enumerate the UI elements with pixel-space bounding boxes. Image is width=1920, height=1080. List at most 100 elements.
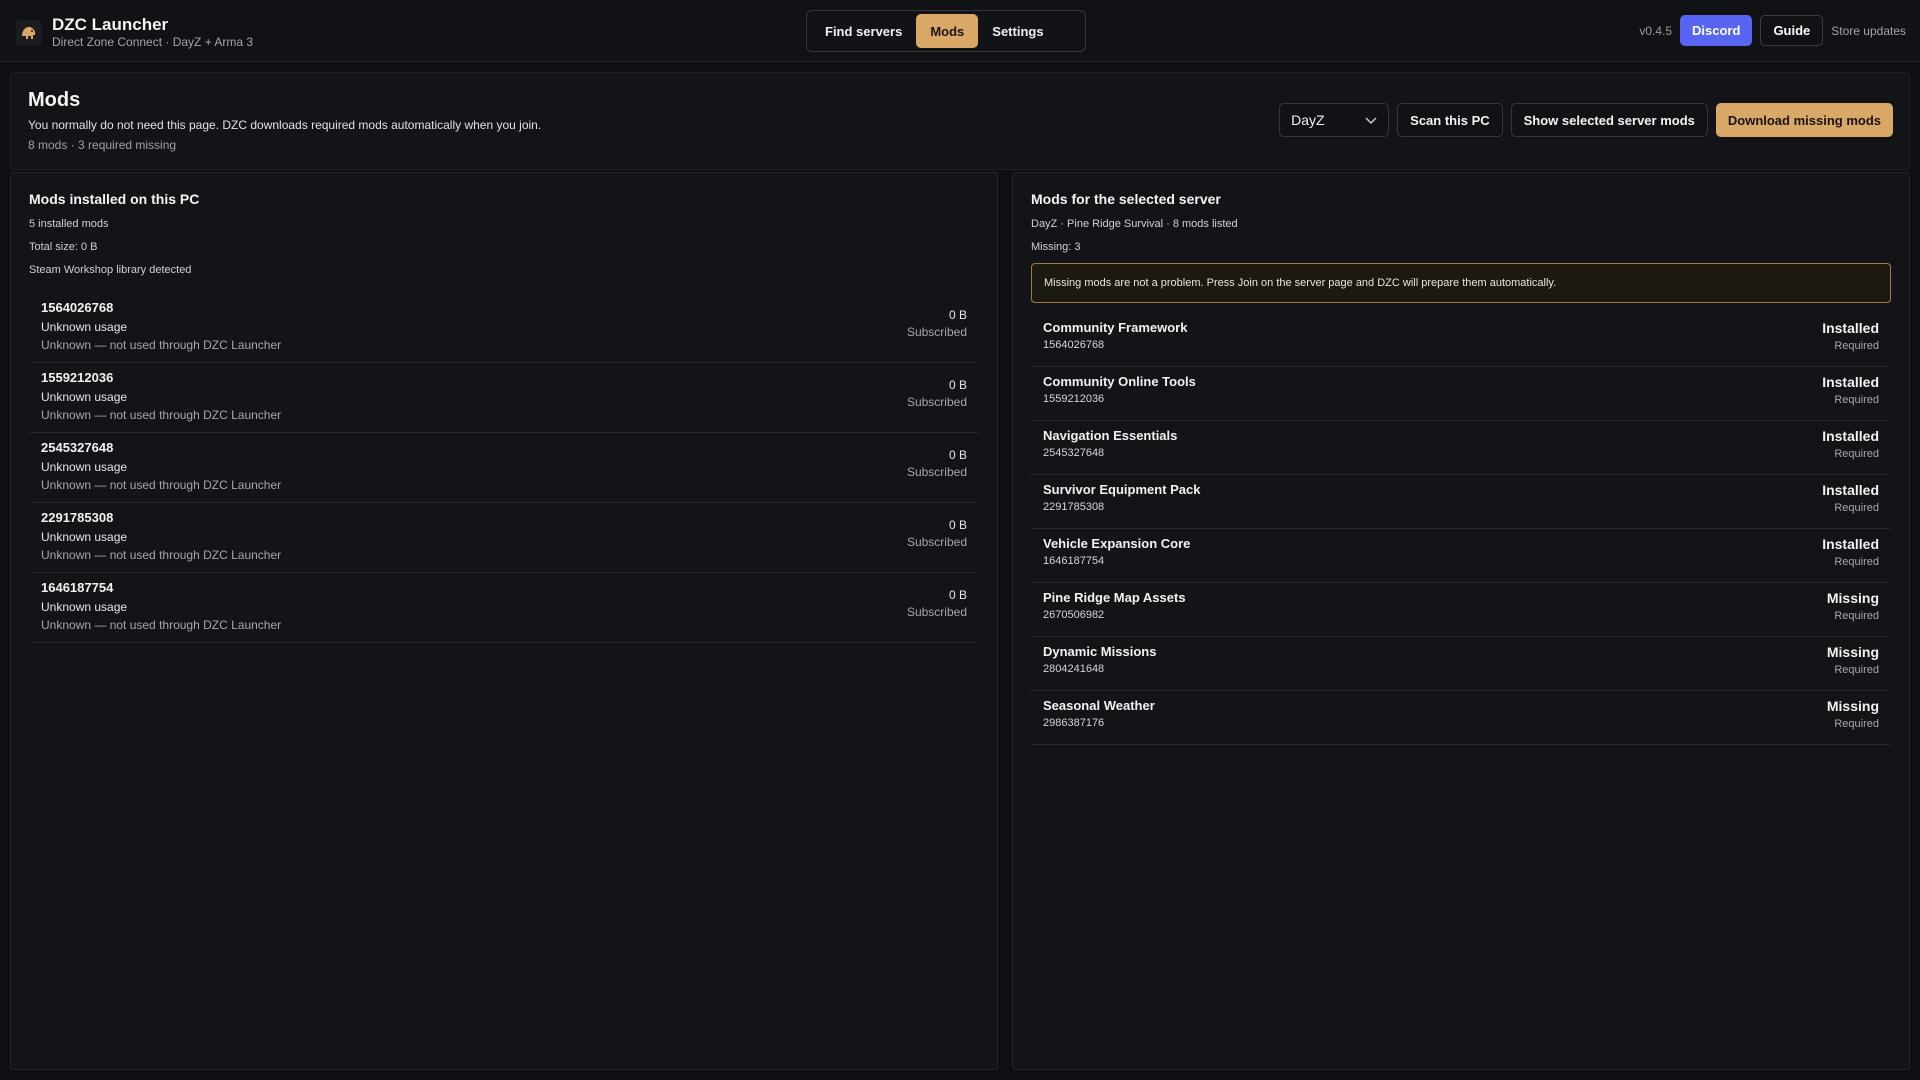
installed-count: 5 installed mods: [29, 218, 109, 230]
scan-pc-button[interactable]: Scan this PC: [1397, 103, 1503, 137]
list-item[interactable]: 1564026768 Unknown usage Unknown — not u…: [29, 293, 979, 363]
mod-status: Missing: [1826, 644, 1879, 660]
missing-count: Missing: 3: [1031, 241, 1081, 253]
tab-mods[interactable]: Mods: [916, 14, 979, 48]
mod-name: Vehicle Expansion Core: [1043, 536, 1191, 551]
page-description: You normally do not need this page. DZC …: [28, 118, 542, 132]
mod-note: Unknown — not used through DZC Launcher: [41, 478, 282, 492]
mod-name: Community Framework: [1043, 320, 1188, 335]
installed-mods-title: Mods installed on this PC: [29, 191, 200, 207]
mod-size: 0 B: [948, 518, 967, 532]
mod-name: Navigation Essentials: [1043, 428, 1178, 443]
mod-usage: Unknown usage: [41, 320, 128, 334]
list-item[interactable]: Survivor Equipment Pack 2291785308 Insta…: [1031, 475, 1891, 529]
list-item[interactable]: Dynamic Missions 2804241648 Missing Requ…: [1031, 637, 1891, 691]
list-item[interactable]: Seasonal Weather 2986387176 Missing Requ…: [1031, 691, 1891, 745]
download-missing-mods-button[interactable]: Download missing mods: [1715, 103, 1893, 137]
version-label: v0.4.5: [1639, 23, 1673, 38]
mod-id: 1564026768: [1043, 339, 1105, 351]
header-actions: DayZ Scan this PC Show selected server m…: [1279, 103, 1893, 137]
store-updates-link[interactable]: Store updates: [1831, 24, 1906, 38]
chevron-down-icon: [1365, 112, 1377, 128]
mod-status: Installed: [1822, 428, 1879, 444]
server-mods-list: Community Framework 1564026768 Installed…: [1031, 313, 1891, 745]
mod-status: Missing: [1826, 590, 1879, 606]
mod-requirement: Required: [1834, 556, 1879, 568]
game-select[interactable]: DayZ: [1279, 103, 1390, 137]
mod-status: Installed: [1822, 374, 1879, 390]
dzc-logo-icon: [16, 20, 42, 46]
server-summary: DayZ · Pine Ridge Survival · 8 mods list…: [1031, 218, 1238, 230]
mod-name: Community Online Tools: [1043, 374, 1196, 389]
installed-mods-list: 1564026768 Unknown usage Unknown — not u…: [29, 293, 979, 643]
page-title: Mods: [28, 89, 81, 111]
mod-note: Unknown — not used through DZC Launcher: [41, 408, 282, 422]
list-item[interactable]: Community Framework 1564026768 Installed…: [1031, 313, 1891, 367]
mod-name: Survivor Equipment Pack: [1043, 482, 1201, 497]
mod-size: 0 B: [948, 308, 967, 322]
mod-usage: Unknown usage: [41, 530, 128, 544]
mod-size: 0 B: [948, 378, 967, 392]
missing-mods-notice: Missing mods are not a problem. Press Jo…: [1031, 263, 1891, 303]
app-title: DZC Launcher: [52, 15, 169, 34]
mod-usage: Unknown usage: [41, 600, 128, 614]
mod-id: 2545327648: [1043, 447, 1105, 459]
mod-size: 0 B: [948, 588, 967, 602]
mod-note: Unknown — not used through DZC Launcher: [41, 548, 282, 562]
mod-requirement: Required: [1834, 664, 1879, 676]
main-nav-tabs: Find servers Mods Settings: [806, 10, 1086, 52]
game-select-value: DayZ: [1291, 112, 1325, 128]
list-item[interactable]: Vehicle Expansion Core 1646187754 Instal…: [1031, 529, 1891, 583]
discord-button[interactable]: Discord: [1680, 15, 1753, 46]
mod-requirement: Required: [1834, 718, 1879, 730]
show-server-mods-button[interactable]: Show selected server mods: [1510, 103, 1708, 137]
mod-id: 2804241648: [1043, 663, 1105, 675]
mod-name: Pine Ridge Map Assets: [1043, 590, 1186, 605]
mod-name: Seasonal Weather: [1043, 698, 1155, 713]
mod-note: Unknown — not used through DZC Launcher: [41, 338, 282, 352]
mod-id: 1646187754: [1043, 555, 1105, 567]
guide-button[interactable]: Guide: [1760, 15, 1824, 46]
mods-summary: 8 mods · 3 required missing: [28, 138, 177, 152]
mod-id: 1646187754: [41, 580, 114, 595]
mod-requirement: Required: [1834, 502, 1879, 514]
mod-id: 2986387176: [1043, 717, 1105, 729]
list-item[interactable]: 1646187754 Unknown usage Unknown — not u…: [29, 573, 979, 643]
mod-requirement: Required: [1834, 394, 1879, 406]
mod-state: Subscribed: [906, 465, 967, 479]
list-item[interactable]: Community Online Tools 1559212036 Instal…: [1031, 367, 1891, 421]
tab-settings[interactable]: Settings: [978, 14, 1057, 48]
mods-header: Mods You normally do not need this page.…: [10, 72, 1910, 170]
mod-id: 2545327648: [41, 440, 114, 455]
mod-usage: Unknown usage: [41, 390, 128, 404]
mod-id: 1559212036: [1043, 393, 1105, 405]
server-mods-panel: Mods for the selected server DayZ · Pine…: [1012, 172, 1910, 1070]
app-subtitle: Direct Zone Connect · DayZ + Arma 3: [52, 35, 254, 49]
mod-id: 1559212036: [41, 370, 114, 385]
mod-id: 2291785308: [41, 510, 114, 525]
mod-requirement: Required: [1834, 340, 1879, 352]
installed-total-size: Total size: 0 B: [29, 241, 98, 253]
mod-requirement: Required: [1834, 448, 1879, 460]
mod-id: 2291785308: [1043, 501, 1105, 513]
mod-size: 0 B: [948, 448, 967, 462]
top-right-actions: v0.4.5 Discord Guide Store updates: [1639, 15, 1906, 46]
tab-find-servers[interactable]: Find servers: [811, 14, 916, 48]
list-item[interactable]: 1559212036 Unknown usage Unknown — not u…: [29, 363, 979, 433]
brand: DZC Launcher Direct Zone Connect · DayZ …: [16, 16, 253, 50]
mod-name: Dynamic Missions: [1043, 644, 1157, 659]
mod-requirement: Required: [1834, 610, 1879, 622]
mod-note: Unknown — not used through DZC Launcher: [41, 618, 282, 632]
mod-status: Installed: [1822, 482, 1879, 498]
list-item[interactable]: Pine Ridge Map Assets 2670506982 Missing…: [1031, 583, 1891, 637]
list-item[interactable]: Navigation Essentials 2545327648 Install…: [1031, 421, 1891, 475]
mod-state: Subscribed: [906, 325, 967, 339]
mod-status: Missing: [1826, 698, 1879, 714]
mod-id: 1564026768: [41, 300, 114, 315]
installed-mods-panel: Mods installed on this PC 5 installed mo…: [10, 172, 998, 1070]
mod-state: Subscribed: [906, 605, 967, 619]
list-item[interactable]: 2545327648 Unknown usage Unknown — not u…: [29, 433, 979, 503]
mod-status: Installed: [1822, 536, 1879, 552]
list-item[interactable]: 2291785308 Unknown usage Unknown — not u…: [29, 503, 979, 573]
mod-usage: Unknown usage: [41, 460, 128, 474]
